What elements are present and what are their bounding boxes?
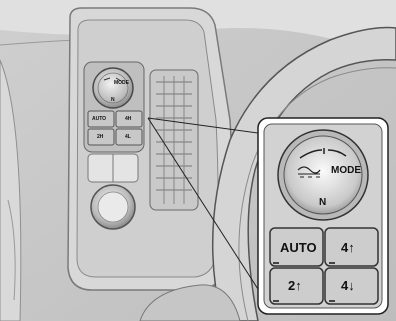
zoom-auto-button[interactable] (269, 227, 324, 267)
zoom-4h-button[interactable] (324, 227, 379, 267)
zoom-mode-knob[interactable] (283, 135, 363, 215)
zoom-2h-button[interactable] (269, 267, 324, 305)
small-2h-button[interactable] (87, 128, 115, 146)
small-auto-button[interactable] (87, 110, 115, 128)
zoom-4l-button[interactable] (324, 267, 379, 305)
dashboard-illustration (0, 0, 396, 321)
small-mode-knob[interactable] (92, 67, 134, 109)
illustration-scene: MODE N AUTO 4H 2H 4L MODE N AUTO 4↑ 2↑ 4… (0, 0, 396, 321)
small-4h-button[interactable] (115, 110, 143, 128)
small-4l-button[interactable] (115, 128, 143, 146)
